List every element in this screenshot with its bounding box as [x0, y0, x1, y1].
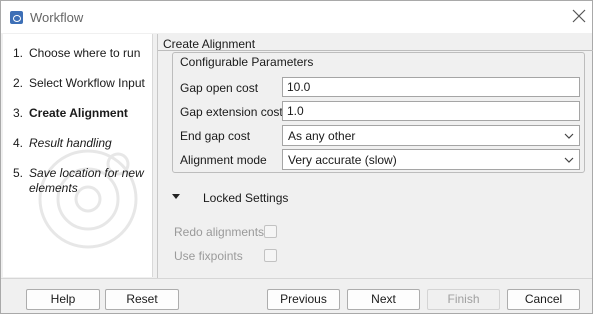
chevron-down-icon [564, 157, 574, 163]
locked-settings-toggle[interactable]: Locked Settings [172, 189, 312, 207]
title-divider [158, 50, 593, 51]
app-icon [10, 11, 23, 24]
gap-extension-cost-label: Gap extension cost [180, 105, 283, 119]
next-button[interactable]: Next [347, 289, 420, 310]
gap-extension-cost-input[interactable] [282, 101, 580, 121]
gap-open-cost-input[interactable] [282, 77, 580, 97]
select-value: Very accurate (slow) [288, 153, 397, 167]
step-number: 4. [13, 136, 24, 150]
reset-button[interactable]: Reset [105, 289, 179, 310]
help-button[interactable]: Help [26, 289, 100, 310]
step-number: 1. [13, 46, 24, 60]
gap-open-cost-label: Gap open cost [180, 81, 259, 95]
step-label: Create Alignment [29, 106, 128, 120]
step-number: 5. [13, 166, 24, 180]
step-number: 3. [13, 106, 24, 120]
redo-alignments-label: Redo alignments [174, 225, 265, 239]
step-label: Result handling [29, 136, 112, 150]
cancel-button[interactable]: Cancel [507, 289, 580, 310]
triangle-down-icon [172, 194, 180, 199]
locked-settings-label: Locked Settings [203, 191, 289, 205]
step-content: Create Alignment Configurable Parameters… [157, 34, 593, 278]
workflow-dialog: Workflow 1. Choose where to run 2. Selec… [0, 0, 593, 314]
end-gap-cost-label: End gap cost [180, 129, 251, 143]
end-gap-cost-select[interactable]: As any other [282, 125, 580, 146]
step-label: Choose where to run [29, 46, 141, 60]
step-label: Select Workflow Input [29, 76, 145, 90]
title-bar: Workflow [1, 1, 592, 33]
group-legend: Configurable Parameters [179, 55, 315, 69]
select-value: As any other [288, 129, 356, 143]
window-title: Workflow [30, 10, 84, 25]
alignment-mode-select[interactable]: Very accurate (slow) [282, 149, 580, 170]
previous-button[interactable]: Previous [267, 289, 340, 310]
redo-alignments-checkbox[interactable] [264, 225, 277, 238]
chevron-down-icon [564, 133, 574, 139]
finish-button[interactable]: Finish [427, 289, 500, 310]
watermark-logo-icon [38, 149, 138, 249]
alignment-mode-label: Alignment mode [180, 153, 267, 167]
steps-panel: 1. Choose where to run 2. Select Workflo… [3, 34, 153, 277]
close-icon[interactable] [572, 9, 586, 23]
use-fixpoints-label: Use fixpoints [174, 249, 243, 263]
use-fixpoints-checkbox[interactable] [264, 249, 277, 262]
step-number: 2. [13, 76, 24, 90]
content-title: Create Alignment [163, 37, 256, 51]
configurable-parameters-group: Configurable Parameters Gap open cost Ga… [172, 52, 585, 173]
button-bar: Help Reset Previous Next Finish Cancel [1, 278, 592, 313]
step-label: Save location for new elements [29, 166, 144, 195]
